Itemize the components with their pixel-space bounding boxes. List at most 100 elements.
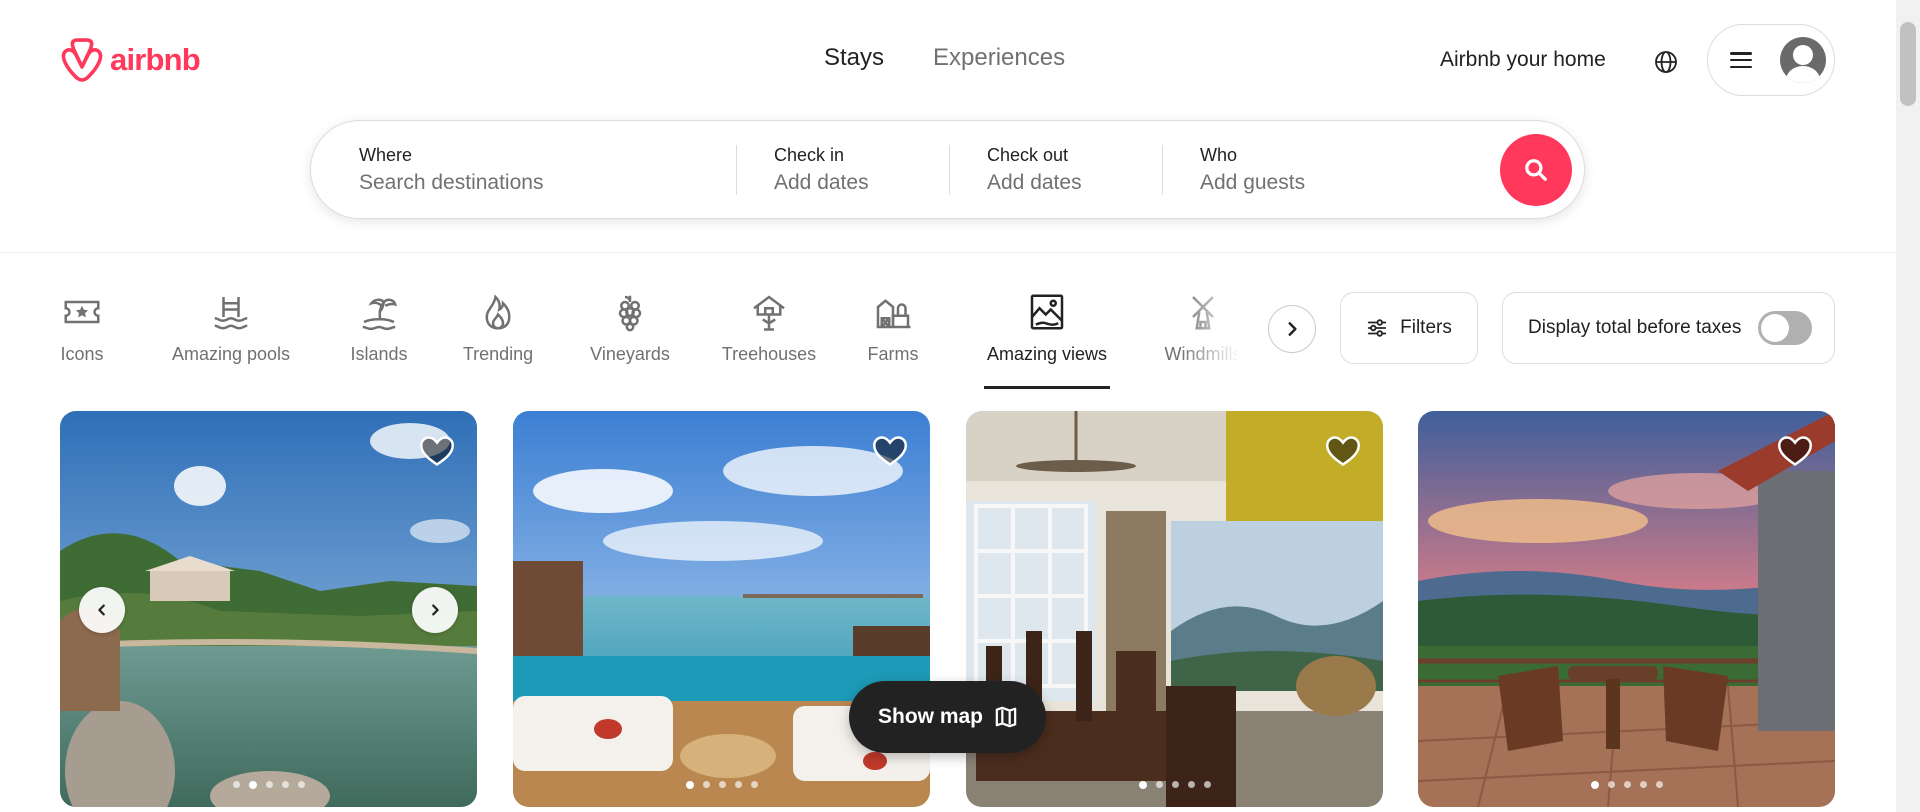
chevron-left-icon [98, 604, 105, 616]
where-input[interactable]: Search destinations [359, 171, 736, 195]
pagination-dot[interactable] [281, 781, 289, 788]
category-label: Vineyards [590, 344, 670, 364]
picture-view-icon [1030, 294, 1064, 330]
pagination-dot[interactable] [248, 781, 257, 789]
pagination-dot[interactable] [718, 781, 726, 788]
category-amazing-views[interactable]: Amazing views [984, 286, 1110, 389]
listing-card[interactable] [1418, 411, 1835, 807]
airbnb-your-home-link[interactable]: Airbnb your home [1440, 48, 1606, 72]
chevron-right-icon [1288, 322, 1297, 336]
category-next-button[interactable] [1268, 305, 1316, 353]
who-value: Add guests [1200, 170, 1306, 194]
category-bar: Icons Amazing pools Islands Trending Vin… [60, 286, 1280, 390]
nav-tabs: Stays Experiences [824, 44, 1065, 72]
treehouse-icon [753, 295, 785, 331]
hamburger-icon [1730, 52, 1752, 68]
page-scrollbar[interactable] [1896, 0, 1920, 812]
globe-icon[interactable] [1648, 44, 1684, 80]
search-bar: Where Search destinations Check in Add d… [310, 120, 1585, 219]
header: airbnb Stays Experiences Airbnb your hom… [0, 0, 1896, 253]
category-icons[interactable]: Icons [60, 286, 104, 386]
tab-experiences[interactable]: Experiences [933, 44, 1065, 72]
chevron-right-icon [432, 604, 439, 616]
airbnb-logo[interactable]: airbnb [60, 36, 201, 84]
category-vineyards[interactable]: Vineyards [588, 286, 672, 386]
category-label: Treehouses [721, 344, 817, 364]
category-windmills[interactable]: Windmills [1158, 286, 1248, 386]
listing-card[interactable] [60, 411, 477, 807]
category-label: Farms [867, 344, 919, 364]
photo-pagination-dots [232, 781, 305, 789]
check-out-label: Check out [987, 144, 1069, 165]
category-label: Amazing views [986, 344, 1108, 364]
show-map-button[interactable]: Show map [849, 681, 1046, 753]
scrollbar-thumb[interactable] [1900, 22, 1916, 106]
category-trending[interactable]: Trending [460, 286, 536, 386]
search-button[interactable] [1500, 134, 1572, 206]
photo-pagination-dots [1590, 781, 1663, 789]
pagination-dot[interactable] [1655, 781, 1663, 788]
map-icon [995, 706, 1017, 728]
pagination-dot[interactable] [1607, 781, 1615, 788]
pagination-dot[interactable] [1138, 781, 1147, 789]
category-label: Icons [60, 344, 104, 364]
check-out-value: Add dates [987, 170, 1082, 194]
photo-pagination-dots [685, 781, 758, 789]
heart-icon[interactable] [419, 433, 455, 469]
pagination-dot[interactable] [1203, 781, 1211, 788]
pagination-dot[interactable] [297, 781, 305, 788]
pagination-dot[interactable] [702, 781, 710, 788]
heart-icon[interactable] [1325, 433, 1361, 469]
pagination-dot[interactable] [685, 781, 694, 789]
category-islands[interactable]: Islands [350, 286, 408, 386]
pagination-dot[interactable] [1171, 781, 1179, 788]
category-label: Amazing pools [171, 344, 291, 364]
search-check-in[interactable]: Check in Add dates [737, 121, 949, 218]
filters-button[interactable]: Filters [1340, 292, 1478, 364]
category-amazing-pools[interactable]: Amazing pools [168, 286, 294, 386]
pagination-dot[interactable] [1155, 781, 1163, 788]
heart-icon[interactable] [872, 433, 908, 469]
pagination-dot[interactable] [1590, 781, 1599, 789]
category-label: Trending [462, 344, 534, 364]
next-photo-button[interactable] [412, 587, 458, 633]
ticket-star-icon [64, 300, 100, 324]
pool-icon [214, 297, 248, 330]
tab-stays[interactable]: Stays [824, 44, 884, 72]
search-who[interactable]: Who Add guests [1163, 121, 1503, 218]
logo-text: airbnb [110, 42, 201, 77]
pagination-dot[interactable] [1623, 781, 1631, 788]
search-where[interactable]: Where Search destinations [311, 121, 736, 218]
tax-toggle-switch[interactable] [1758, 311, 1812, 345]
category-farms[interactable]: Farms [866, 286, 920, 386]
search-check-out[interactable]: Check out Add dates [950, 121, 1162, 218]
check-in-label: Check in [774, 144, 845, 165]
listing-photo [1418, 411, 1835, 807]
farm-icon [876, 299, 911, 329]
user-menu-button[interactable] [1707, 24, 1835, 96]
pagination-dot[interactable] [1639, 781, 1647, 788]
photo-pagination-dots [1138, 781, 1211, 789]
heart-icon[interactable] [1777, 433, 1813, 469]
filters-label: Filters [1400, 317, 1452, 338]
category-treehouses[interactable]: Treehouses [720, 286, 818, 386]
windmill-icon [1192, 296, 1214, 330]
show-map-label: Show map [877, 705, 983, 728]
pagination-dot[interactable] [265, 781, 273, 788]
category-label: Islands [350, 344, 408, 364]
who-label: Who [1200, 144, 1238, 165]
pagination-dot[interactable] [734, 781, 742, 788]
airbnb-logo-icon [61, 38, 103, 82]
flame-icon [485, 294, 511, 330]
search-icon [1525, 159, 1547, 181]
category-label: Windmills [1164, 344, 1242, 364]
pagination-dot[interactable] [750, 781, 758, 788]
tax-toggle-panel: Display total before taxes [1502, 292, 1835, 364]
previous-photo-button[interactable] [79, 587, 125, 633]
island-icon [362, 298, 398, 331]
pagination-dot[interactable] [232, 781, 240, 788]
check-in-value: Add dates [774, 170, 869, 194]
pagination-dot[interactable] [1187, 781, 1195, 788]
where-label: Where [359, 144, 413, 165]
filters-sliders-icon [1367, 319, 1387, 337]
